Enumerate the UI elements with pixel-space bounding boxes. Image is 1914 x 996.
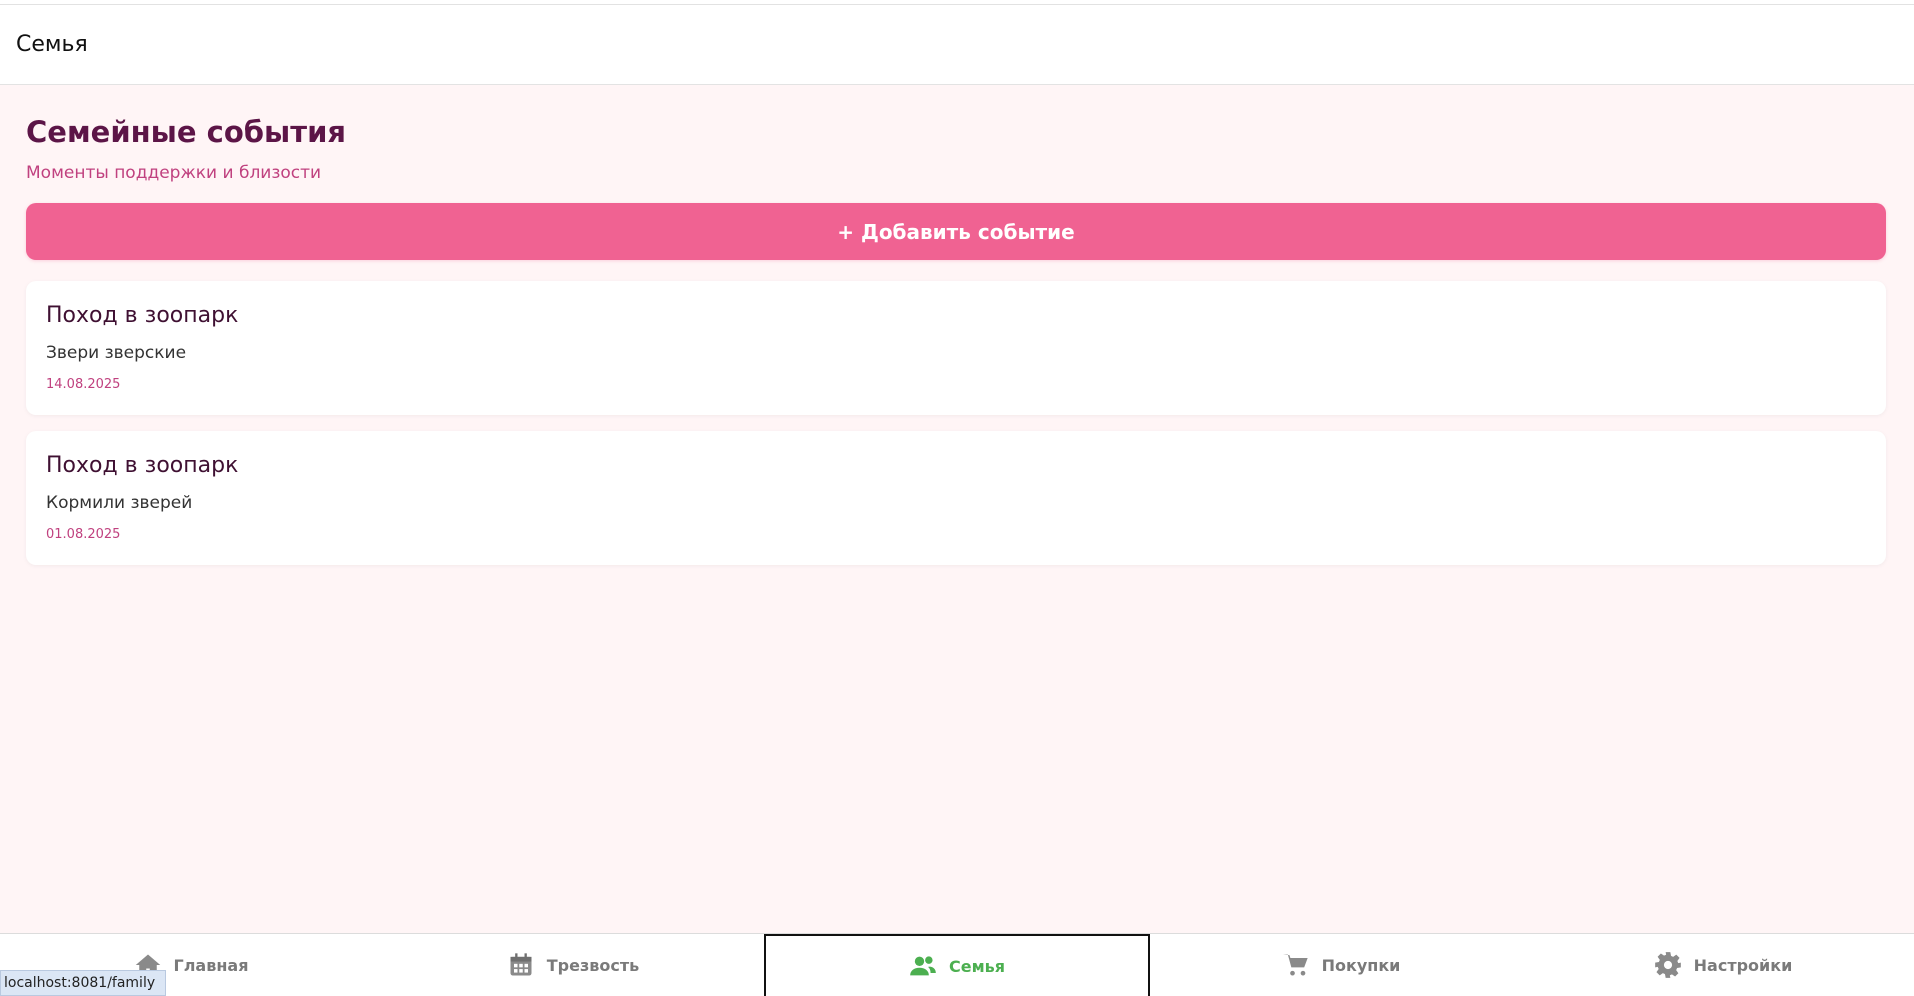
tab-settings[interactable]: Настройки — [1532, 934, 1914, 996]
app-header: Семья — [0, 5, 1914, 85]
tab-label: Трезвость — [546, 955, 640, 975]
event-title: Поход в зоопарк — [46, 303, 239, 328]
cart-icon — [1282, 951, 1310, 979]
tab-label: Настройки — [1693, 955, 1793, 975]
tab-label: Покупки — [1321, 955, 1401, 975]
bottom-tab-bar: Главная Трезвость Семья Покупки Настройк… — [0, 933, 1914, 996]
page-title: Семейные события — [26, 115, 347, 149]
event-description: Кормили зверей — [46, 493, 193, 513]
tab-family[interactable]: Семья — [764, 934, 1150, 996]
app-root: Семья Семейные события Моменты поддержки… — [0, 0, 1914, 996]
calendar-icon — [507, 951, 535, 979]
page-subtitle: Моменты поддержки и близости — [26, 163, 322, 183]
gear-icon — [1654, 951, 1682, 979]
main-content[interactable]: Семейные события Моменты поддержки и бли… — [0, 85, 1914, 933]
tab-shopping[interactable]: Покупки — [1150, 934, 1532, 996]
tab-sobriety[interactable]: Трезвость — [382, 934, 764, 996]
tab-label: Главная — [173, 955, 249, 975]
users-icon — [909, 952, 937, 980]
event-date: 14.08.2025 — [46, 377, 121, 392]
add-event-button[interactable]: + Добавить событие — [26, 203, 1886, 260]
status-bar-url: localhost:8081/family — [0, 970, 167, 996]
event-card[interactable]: Поход в зоопарк Кормили зверей 01.08.202… — [26, 431, 1886, 565]
tab-label: Семья — [948, 956, 1006, 976]
event-description: Звери зверские — [46, 343, 187, 363]
event-card[interactable]: Поход в зоопарк Звери зверские 14.08.202… — [26, 281, 1886, 415]
event-list: Поход в зоопарк Звери зверские 14.08.202… — [26, 281, 1886, 581]
header-title: Семья — [16, 32, 88, 57]
event-title: Поход в зоопарк — [46, 453, 239, 478]
event-date: 01.08.2025 — [46, 527, 121, 542]
